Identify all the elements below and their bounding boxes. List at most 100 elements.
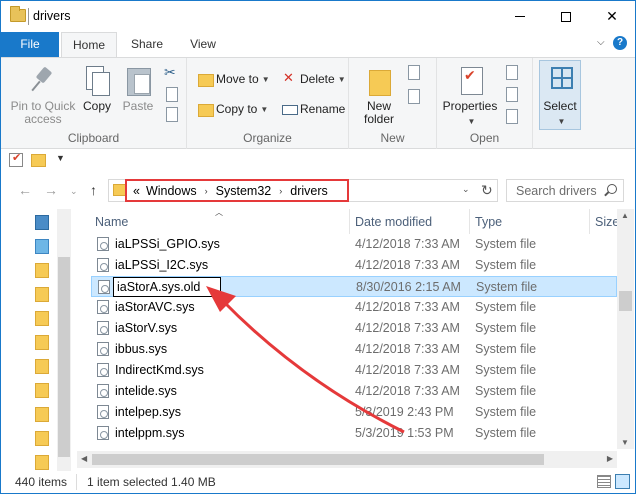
system-file-icon [97,321,109,335]
quick-access-toolbar: ▼ [1,149,635,173]
file-date: 5/3/2019 2:43 PM [355,405,454,419]
tab-share[interactable]: Share [119,32,175,57]
breadcrumb-separator-icon[interactable]: › [205,186,208,196]
file-row[interactable]: ibbus.sys 4/12/2018 7:33 AM System file [91,339,617,360]
delete-button[interactable]: Delete▼ [281,68,346,90]
file-row[interactable]: intelppm.sys 5/3/2019 1:53 PM System fil… [91,423,617,444]
column-divider[interactable] [469,209,470,234]
customize-toolbar-icon[interactable]: ▼ [56,153,65,163]
rename-input[interactable]: iaStorA.sys.old [113,277,221,297]
status-divider [76,474,77,490]
file-name: iaLPSSi_GPIO.sys [115,237,220,251]
new-folder-quick-icon[interactable] [31,154,46,167]
minimize-button[interactable] [497,1,543,32]
paste-button[interactable]: Paste [119,64,157,113]
scroll-up-icon[interactable]: ▲ [621,211,629,220]
forward-arrow-icon[interactable]: → [44,182,58,198]
file-type: System file [476,280,538,294]
refresh-icon[interactable]: ↻ [481,182,493,199]
file-date: 8/30/2016 2:15 AM [356,280,461,294]
address-dropdown-icon[interactable]: ⌄ [462,184,470,195]
file-row-selected[interactable]: iaStorA.sys.old 8/30/2016 2:15 AM System… [91,276,617,297]
copy-label: Copy [82,99,111,113]
up-arrow-icon[interactable]: ↑ [90,182,97,198]
horizontal-scrollbar-thumb[interactable] [92,454,544,465]
large-icons-view-icon[interactable] [615,474,630,489]
file-name: iaLPSSi_I2C.sys [115,258,209,272]
maximize-button[interactable] [543,1,589,32]
copy-button[interactable]: Copy [79,64,115,113]
history-icon[interactable] [503,108,519,124]
cut-icon[interactable] [163,64,179,82]
nav-folder-icon[interactable] [35,263,49,278]
breadcrumb-system32[interactable]: System32 [216,184,272,198]
file-row[interactable]: iaLPSSi_I2C.sys 4/12/2018 7:33 AM System… [91,255,617,276]
breadcrumb-drivers[interactable]: drivers [290,184,328,198]
vertical-scrollbar[interactable]: ▲ ▼ [617,209,634,449]
nav-folder-icon[interactable] [35,359,49,374]
new-item-icon[interactable] [405,64,421,80]
file-date: 4/12/2018 7:33 AM [355,258,460,272]
breadcrumb-separator-icon[interactable]: › [279,186,282,196]
rename-label: Rename [300,102,346,116]
nav-folder-icon[interactable] [35,287,49,302]
properties-label: Properties [442,99,498,113]
easy-access-icon[interactable] [405,88,421,104]
scroll-right-icon[interactable]: ▶ [607,454,613,463]
horizontal-scrollbar[interactable]: ◀ ▶ [77,451,617,468]
recent-locations-icon[interactable]: ⌄ [70,186,78,197]
copy-to-button[interactable]: Copy to ▼ [197,98,268,120]
edit-icon[interactable] [503,86,519,102]
scroll-left-icon[interactable]: ◀ [81,454,87,463]
open-icon[interactable] [503,64,519,80]
file-row[interactable]: iaStorAVC.sys 4/12/2018 7:33 AM System f… [91,297,617,318]
desktop-icon[interactable] [35,215,49,230]
pin-to-quick-access-button[interactable]: Pin to Quick access [7,64,79,126]
column-divider[interactable] [589,209,590,234]
scroll-down-icon[interactable]: ▼ [621,438,629,447]
file-type: System file [475,258,537,272]
breadcrumb-windows[interactable]: Windows [146,184,197,198]
this-pc-icon[interactable] [35,239,49,254]
back-arrow-icon[interactable]: ← [18,182,32,198]
tab-home[interactable]: Home [61,32,117,58]
rename-button[interactable]: Rename [281,98,345,120]
move-to-dropdown-icon: ▼ [261,74,270,84]
rename-icon [281,101,298,117]
move-to-button[interactable]: Move to ▼ [197,68,270,90]
file-row[interactable]: IndirectKmd.sys 4/12/2018 7:33 AM System… [91,360,617,381]
copy-path-icon[interactable] [163,86,179,102]
details-view-icon[interactable] [597,475,611,488]
column-date-modified[interactable]: Date modified [355,214,432,234]
nav-folder-icon[interactable] [35,335,49,350]
paste-shortcut-icon[interactable] [163,106,179,122]
breadcrumb-overflow[interactable]: « [133,184,140,198]
nav-folder-icon[interactable] [35,455,49,470]
column-size[interactable]: Size [595,214,619,234]
close-button[interactable]: ✕ [589,1,635,32]
help-icon[interactable]: ? [613,36,627,50]
search-input[interactable]: Search drivers [506,179,624,202]
file-row[interactable]: intelpep.sys 5/3/2019 2:43 PM System fil… [91,402,617,423]
file-row[interactable]: iaLPSSi_GPIO.sys 4/12/2018 7:33 AM Syste… [91,234,617,255]
column-name[interactable]: Name [95,214,128,234]
vertical-scrollbar-thumb[interactable] [619,291,632,311]
file-row[interactable]: iaStorV.sys 4/12/2018 7:33 AM System fil… [91,318,617,339]
properties-quick-icon[interactable] [9,151,23,167]
column-divider[interactable] [349,209,350,234]
tab-view[interactable]: View [177,32,229,57]
tab-file[interactable]: File [1,32,59,57]
address-bar[interactable]: « Windows › System32 › drivers ⌄ ↻ [108,179,498,202]
file-row[interactable]: intelide.sys 4/12/2018 7:33 AM System fi… [91,381,617,402]
nav-folder-icon[interactable] [35,311,49,326]
move-to-label: Move to [216,72,259,86]
pin-label: Pin to Quick access [10,99,76,126]
nav-folder-icon[interactable] [35,383,49,398]
chevron-down-icon[interactable]: ⌵ [597,37,605,48]
nav-scrollbar-thumb[interactable] [58,257,70,457]
nav-folder-icon[interactable] [35,431,49,446]
nav-folder-icon[interactable] [35,407,49,422]
new-folder-button[interactable]: New folder [357,64,401,126]
properties-button[interactable]: Properties ▼ [441,64,499,128]
column-type[interactable]: Type [475,214,502,234]
